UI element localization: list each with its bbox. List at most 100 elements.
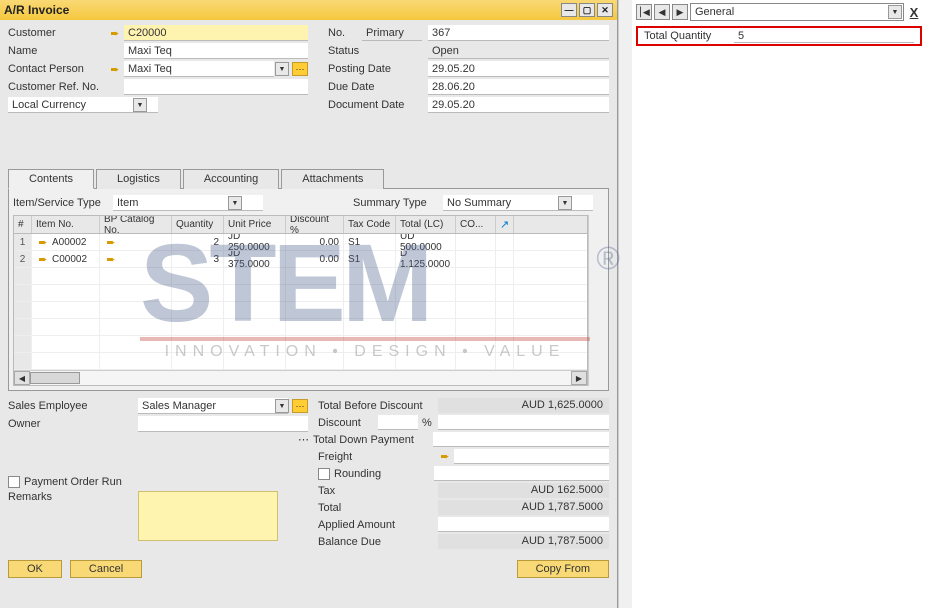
down-label: Total Down Payment xyxy=(313,434,433,446)
col-tax[interactable]: Tax Code xyxy=(344,216,396,233)
cell-total[interactable]: UD 500.0000 xyxy=(396,234,456,250)
cell-price[interactable]: JD 250.0000 xyxy=(224,234,286,250)
nav-first-button[interactable]: ⎮◀ xyxy=(636,4,652,20)
col-total[interactable]: Total (LC) xyxy=(396,216,456,233)
table-row[interactable] xyxy=(14,319,587,336)
scroll-right-button[interactable]: ▶ xyxy=(571,371,587,385)
col-price[interactable]: Unit Price xyxy=(224,216,286,233)
discount-value[interactable] xyxy=(438,415,609,430)
nav-prev-button[interactable]: ◀ xyxy=(654,4,670,20)
close-button[interactable]: ✕ xyxy=(597,3,613,17)
cell-price[interactable]: JD 375.0000 xyxy=(224,251,286,267)
posting-label: Posting Date xyxy=(328,63,428,75)
chevron-down-icon[interactable]: ▼ xyxy=(888,5,902,19)
no-type-input[interactable] xyxy=(362,25,422,41)
nav-next-button[interactable]: ▶ xyxy=(672,4,688,20)
owner-input[interactable] xyxy=(138,416,308,432)
down-value[interactable] xyxy=(433,432,609,447)
cell-bp[interactable]: ➨ xyxy=(100,251,172,267)
col-co[interactable]: CO... xyxy=(456,216,496,233)
rounding-checkbox[interactable] xyxy=(318,468,330,480)
total-before-label: Total Before Discount xyxy=(318,400,438,412)
owner-label: Owner xyxy=(8,418,138,430)
col-item[interactable]: Item No. xyxy=(32,216,100,233)
cell-tax[interactable]: S1 xyxy=(344,251,396,267)
down-payment-button[interactable]: ⋯ xyxy=(298,433,309,446)
cell-co[interactable] xyxy=(456,251,496,267)
contact-details-button[interactable]: ⋯ xyxy=(292,62,308,76)
cell-bp[interactable]: ➨ xyxy=(100,234,172,250)
tab-accounting[interactable]: Accounting xyxy=(183,169,279,189)
chevron-down-icon[interactable]: ▼ xyxy=(275,399,289,413)
side-category-label: General xyxy=(695,6,734,18)
link-arrow-icon[interactable]: ➨ xyxy=(108,26,122,40)
col-bp[interactable]: BP Catalog No. xyxy=(100,216,172,233)
name-label: Name xyxy=(8,45,108,57)
customer-input[interactable] xyxy=(124,25,308,41)
chevron-down-icon[interactable]: ▼ xyxy=(228,196,242,210)
total-qty-label: Total Quantity xyxy=(644,30,734,42)
table-row[interactable] xyxy=(14,353,587,370)
copy-from-button[interactable]: Copy From xyxy=(517,560,609,578)
cell-item[interactable]: ➨C00002 xyxy=(32,251,100,267)
chevron-down-icon[interactable]: ▼ xyxy=(558,196,572,210)
cell-disc[interactable]: 0.00 xyxy=(286,251,344,267)
ok-button[interactable]: OK xyxy=(8,560,62,578)
pay-order-checkbox[interactable] xyxy=(8,476,20,488)
cell-co[interactable] xyxy=(456,234,496,250)
table-row[interactable]: 2➨C00002➨3JD 375.00000.00S1D 1,125.0000 xyxy=(14,251,587,268)
chevron-down-icon[interactable]: ▼ xyxy=(133,98,147,112)
tab-attachments[interactable]: Attachments xyxy=(281,169,384,189)
items-grid: # Item No. BP Catalog No. Quantity Unit … xyxy=(13,215,588,386)
col-qty[interactable]: Quantity xyxy=(172,216,224,233)
cell-item[interactable]: ➨A00002 xyxy=(32,234,100,250)
tab-contents[interactable]: Contents xyxy=(8,169,94,189)
cell-total[interactable]: D 1,125.0000 xyxy=(396,251,456,267)
grid-vscroll[interactable] xyxy=(588,215,604,386)
cell-disc[interactable]: 0.00 xyxy=(286,234,344,250)
table-row[interactable] xyxy=(14,268,587,285)
due-label: Due Date xyxy=(328,81,428,93)
remarks-input[interactable] xyxy=(138,491,278,541)
chevron-down-icon[interactable]: ▼ xyxy=(275,62,289,76)
discount-pct-input[interactable] xyxy=(378,415,418,430)
cell-qty[interactable]: 2 xyxy=(172,234,224,250)
due-input[interactable] xyxy=(428,79,609,95)
row-num: 2 xyxy=(14,251,32,267)
contact-input[interactable] xyxy=(124,61,274,77)
contact-label: Contact Person xyxy=(8,63,108,75)
table-row[interactable]: 1➨A00002➨2JD 250.00000.00S1UD 500.0000 xyxy=(14,234,587,251)
expand-icon[interactable]: ↗ xyxy=(500,218,509,231)
cell-tax[interactable]: S1 xyxy=(344,234,396,250)
table-row[interactable] xyxy=(14,302,587,319)
sales-emp-details-button[interactable]: ⋯ xyxy=(292,399,308,413)
doc-input[interactable] xyxy=(428,97,609,113)
side-category-select[interactable]: General ▼ xyxy=(690,3,904,21)
table-row[interactable] xyxy=(14,336,587,353)
sales-emp-select[interactable] xyxy=(138,398,288,414)
no-input[interactable] xyxy=(428,25,609,41)
col-disc[interactable]: Discount % xyxy=(286,216,344,233)
tab-logistics[interactable]: Logistics xyxy=(96,169,181,189)
link-arrow-icon[interactable]: ➨ xyxy=(108,62,122,76)
link-arrow-icon[interactable]: ➨ xyxy=(104,235,118,249)
cancel-button[interactable]: Cancel xyxy=(70,560,142,578)
link-arrow-icon[interactable]: ➨ xyxy=(36,252,50,266)
freight-value[interactable] xyxy=(454,449,609,464)
table-row[interactable] xyxy=(14,285,587,302)
name-input[interactable] xyxy=(124,43,308,59)
hscroll-thumb[interactable] xyxy=(30,372,80,384)
minimize-button[interactable]: — xyxy=(561,3,577,17)
side-close-button[interactable]: X xyxy=(906,4,922,20)
maximize-button[interactable]: ▢ xyxy=(579,3,595,17)
link-arrow-icon[interactable]: ➨ xyxy=(438,450,452,464)
scroll-left-button[interactable]: ◀ xyxy=(14,371,30,385)
link-arrow-icon[interactable]: ➨ xyxy=(36,235,50,249)
no-label: No. xyxy=(328,27,362,39)
link-arrow-icon[interactable]: ➨ xyxy=(104,252,118,266)
posting-input[interactable] xyxy=(428,61,609,77)
form-vscroll[interactable] xyxy=(618,0,632,608)
cell-qty[interactable]: 3 xyxy=(172,251,224,267)
col-num[interactable]: # xyxy=(14,216,32,233)
ref-input[interactable] xyxy=(124,79,308,95)
